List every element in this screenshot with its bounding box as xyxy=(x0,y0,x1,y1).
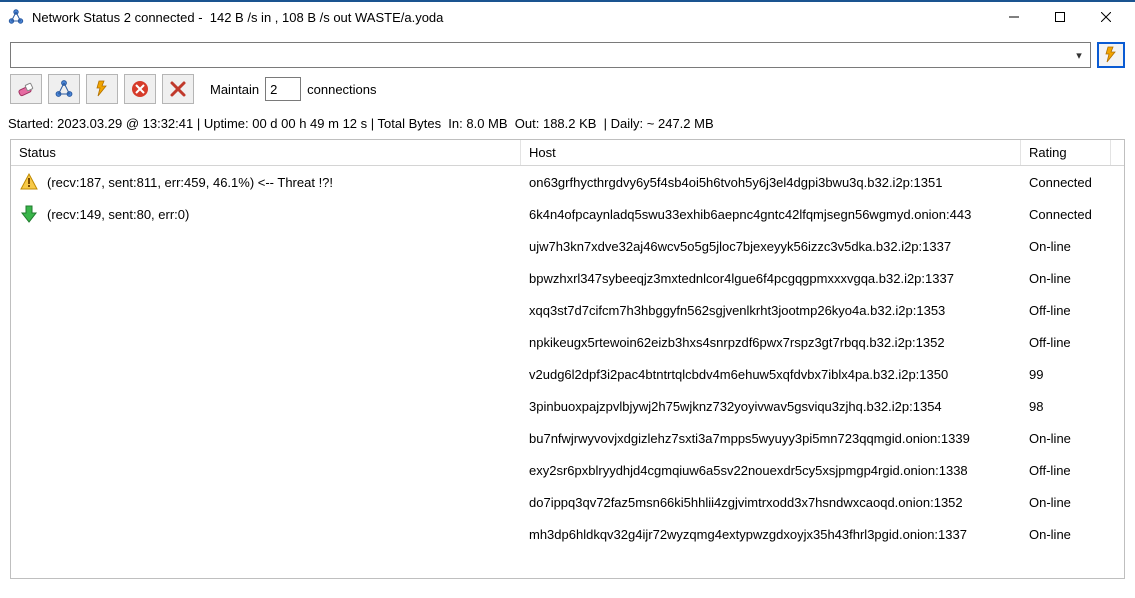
delete-circle-icon xyxy=(130,79,150,99)
table-row[interactable]: npkikeugx5rtewoin62eizb3hxs4snrpzdf6pwx7… xyxy=(11,326,1124,358)
cell-host: bpwzhxrl347sybeeqjz3mxtednlcor4lgue6f4pc… xyxy=(521,271,1021,286)
table-row[interactable]: bpwzhxrl347sybeeqjz3mxtednlcor4lgue6f4pc… xyxy=(11,262,1124,294)
cell-rating: Off-line xyxy=(1021,303,1111,318)
stats-line: Started: 2023.03.29 @ 13:32:41 | Uptime:… xyxy=(0,112,1135,139)
column-header-status[interactable]: Status xyxy=(11,140,521,165)
app-icon xyxy=(8,9,24,25)
table-row[interactable]: (recv:149, sent:80, err:0) 6k4n4ofpcaynla… xyxy=(11,198,1124,230)
status-text: (recv:187, sent:811, err:459, 46.1%) <--… xyxy=(47,175,333,190)
remove-button[interactable] xyxy=(162,74,194,104)
lightning-plug-icon xyxy=(1102,46,1120,64)
column-header-rating[interactable]: Rating xyxy=(1021,140,1111,165)
table-row[interactable]: mh3dp6hldkqv32g4ijr72wyzqmg4extypwzgdxoy… xyxy=(11,518,1124,550)
table-row[interactable]: 3pinbuoxpajzpvlbjywj2h75wjknz732yoyivwav… xyxy=(11,390,1124,422)
maintain-input[interactable] xyxy=(265,77,301,101)
minimize-button[interactable] xyxy=(991,2,1037,32)
cell-host: mh3dp6hldkqv32g4ijr72wyzqmg4extypwzgdxoy… xyxy=(521,527,1021,542)
cell-rating: On-line xyxy=(1021,527,1111,542)
eraser-button[interactable] xyxy=(10,74,42,104)
eraser-icon xyxy=(16,79,36,99)
window-title: Network Status 2 connected - 142 B /s in… xyxy=(32,10,443,25)
delete-button[interactable] xyxy=(124,74,156,104)
cell-status: (recv:187, sent:811, err:459, 46.1%) <--… xyxy=(11,172,521,192)
cell-host: ujw7h3kn7xdve32aj46wcv5o5g5jloc7bjexeyyk… xyxy=(521,239,1021,254)
x-icon xyxy=(168,79,188,99)
address-input[interactable] xyxy=(17,44,1070,66)
connections-label: connections xyxy=(307,82,376,97)
download-arrow-icon xyxy=(19,204,39,224)
cell-host: xqq3st7d7cifcm7h3hbggyfn562sgjvenlkrht3j… xyxy=(521,303,1021,318)
cell-rating: 99 xyxy=(1021,367,1111,382)
cell-rating: On-line xyxy=(1021,239,1111,254)
cell-host: bu7nfwjrwyvovjxdgizlehz7sxti3a7mpps5wyuy… xyxy=(521,431,1021,446)
cell-rating: Connected xyxy=(1021,207,1111,222)
network-button[interactable] xyxy=(48,74,80,104)
chevron-down-icon[interactable]: ▾ xyxy=(1070,49,1088,62)
cell-rating: Off-line xyxy=(1021,463,1111,478)
table-row[interactable]: v2udg6l2dpf3i2pac4btntrtqlcbdv4m6ehuw5xq… xyxy=(11,358,1124,390)
cell-rating: 98 xyxy=(1021,399,1111,414)
cell-rating: On-line xyxy=(1021,271,1111,286)
cell-host: 3pinbuoxpajzpvlbjywj2h75wjknz732yoyivwav… xyxy=(521,399,1021,414)
cell-host: on63grfhycthrgdvy6y5f4sb4oi5h6tvoh5y6j3e… xyxy=(521,175,1021,190)
status-text: (recv:149, sent:80, err:0) xyxy=(47,207,189,222)
connections-grid: Status Host Rating (recv:187, sent:811, … xyxy=(10,139,1125,579)
lightning-icon xyxy=(93,80,111,98)
maintain-label: Maintain xyxy=(210,82,259,97)
table-row[interactable]: bu7nfwjrwyvovjxdgizlehz7sxti3a7mpps5wyuy… xyxy=(11,422,1124,454)
cell-status: (recv:149, sent:80, err:0) xyxy=(11,204,521,224)
titlebar: Network Status 2 connected - 142 B /s in… xyxy=(0,2,1135,32)
connect-button[interactable] xyxy=(1097,42,1125,68)
lightning-button[interactable] xyxy=(86,74,118,104)
address-row: ▾ xyxy=(0,32,1135,74)
toolbar: Maintain connections xyxy=(0,74,1135,112)
address-combo[interactable]: ▾ xyxy=(10,42,1091,68)
table-row[interactable]: xqq3st7d7cifcm7h3hbggyfn562sgjvenlkrht3j… xyxy=(11,294,1124,326)
cell-host: npkikeugx5rtewoin62eizb3hxs4snrpzdf6pwx7… xyxy=(521,335,1021,350)
table-row[interactable]: ujw7h3kn7xdve32aj46wcv5o5g5jloc7bjexeyyk… xyxy=(11,230,1124,262)
column-header-host[interactable]: Host xyxy=(521,140,1021,165)
cell-host: 6k4n4ofpcaynladq5swu33exhib6aepnc4gntc42… xyxy=(521,207,1021,222)
cell-rating: Connected xyxy=(1021,175,1111,190)
cell-rating: On-line xyxy=(1021,495,1111,510)
grid-header: Status Host Rating xyxy=(11,140,1124,166)
cell-rating: Off-line xyxy=(1021,335,1111,350)
warning-icon xyxy=(19,172,39,192)
cell-rating: On-line xyxy=(1021,431,1111,446)
maximize-button[interactable] xyxy=(1037,2,1083,32)
cell-host: exy2sr6pxblryydhjd4cgmqiuw6a5sv22nouexdr… xyxy=(521,463,1021,478)
table-row[interactable]: do7ippq3qv72faz5msn66ki5hhlii4zgjvimtrxo… xyxy=(11,486,1124,518)
grid-body[interactable]: (recv:187, sent:811, err:459, 46.1%) <--… xyxy=(11,166,1124,578)
cell-host: v2udg6l2dpf3i2pac4btntrtqlcbdv4m6ehuw5xq… xyxy=(521,367,1021,382)
close-button[interactable] xyxy=(1083,2,1129,32)
cell-host: do7ippq3qv72faz5msn66ki5hhlii4zgjvimtrxo… xyxy=(521,495,1021,510)
table-row[interactable]: exy2sr6pxblryydhjd4cgmqiuw6a5sv22nouexdr… xyxy=(11,454,1124,486)
network-icon xyxy=(54,79,74,99)
table-row[interactable]: (recv:187, sent:811, err:459, 46.1%) <--… xyxy=(11,166,1124,198)
